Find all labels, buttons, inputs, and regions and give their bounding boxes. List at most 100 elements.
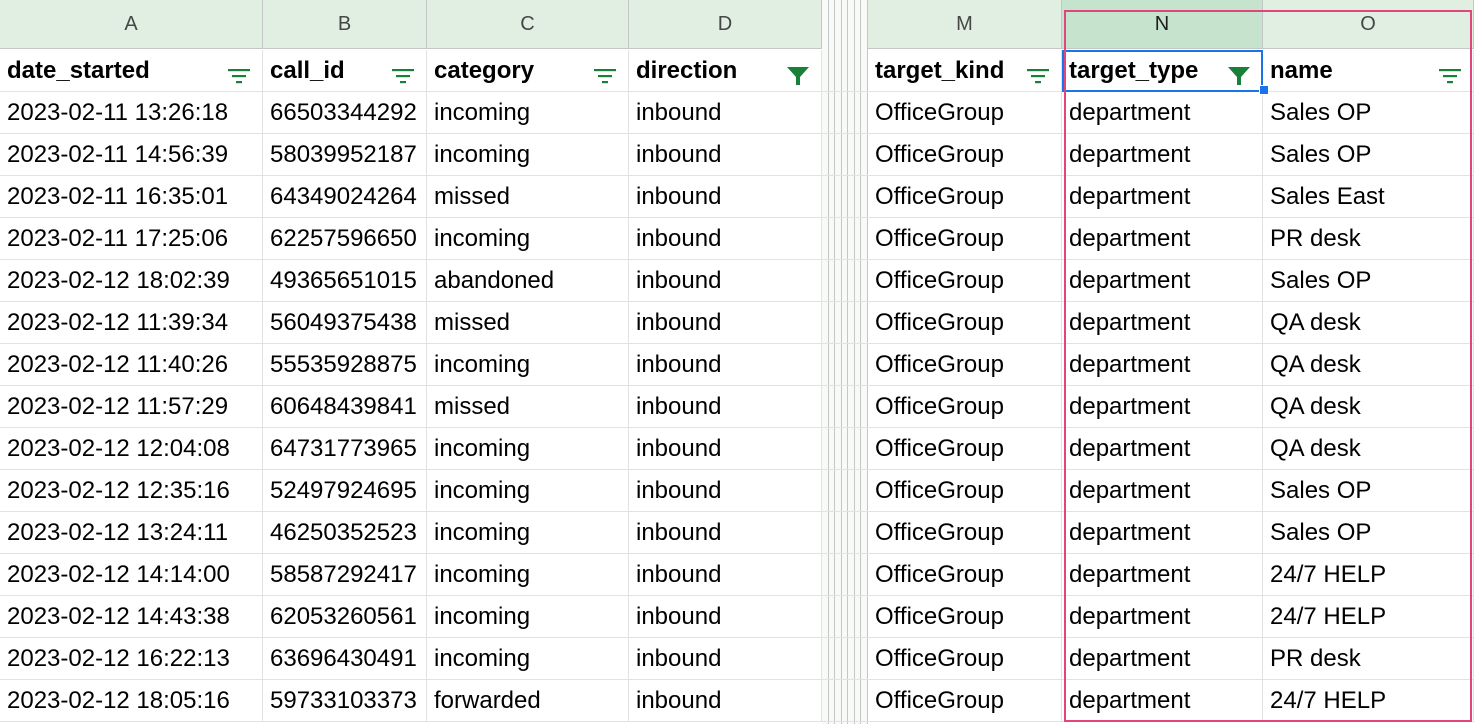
cell-target-kind[interactable]: OfficeGroup [868, 218, 1062, 259]
cell-call-id[interactable]: 58587292417 [263, 554, 427, 595]
cell-target-type[interactable]: department [1062, 554, 1263, 595]
cell-name[interactable]: Sales OP [1263, 134, 1474, 175]
cell-category[interactable]: incoming [427, 638, 629, 679]
column-header-o[interactable]: O [1263, 0, 1474, 48]
cell-call-id[interactable]: 62053260561 [263, 596, 427, 637]
cell-call-id[interactable]: 55535928875 [263, 344, 427, 385]
cell-direction[interactable]: inbound [629, 470, 822, 511]
cell-target-kind[interactable]: OfficeGroup [868, 512, 1062, 553]
column-header-c[interactable]: C [427, 0, 629, 48]
cell-target-type[interactable]: department [1062, 344, 1263, 385]
cell-target-type[interactable]: department [1062, 680, 1263, 721]
cell-date-started[interactable]: 2023-02-12 18:05:16 [0, 680, 263, 721]
cell-direction[interactable]: inbound [629, 302, 822, 343]
cell-call-id[interactable]: 58039952187 [263, 134, 427, 175]
cell-name[interactable]: 24/7 HELP [1263, 554, 1474, 595]
cell-call-id[interactable]: 64349024264 [263, 176, 427, 217]
cell-target-type[interactable]: department [1062, 134, 1263, 175]
cell-date-started[interactable]: 2023-02-12 11:57:29 [0, 386, 263, 427]
column-header-b[interactable]: B [263, 0, 427, 48]
cell-target-kind[interactable]: OfficeGroup [868, 596, 1062, 637]
cell-name[interactable]: 24/7 HELP [1263, 596, 1474, 637]
cell-name[interactable]: Sales East [1263, 176, 1474, 217]
header-cell-category[interactable]: category [427, 50, 629, 91]
cell-target-type[interactable]: department [1062, 386, 1263, 427]
cell-date-started[interactable]: 2023-02-11 17:25:06 [0, 218, 263, 259]
cell-target-type[interactable]: department [1062, 176, 1263, 217]
cell-target-kind[interactable]: OfficeGroup [868, 680, 1062, 721]
cell-name[interactable]: QA desk [1263, 302, 1474, 343]
cell-call-id[interactable]: 59733103373 [263, 680, 427, 721]
cell-direction[interactable]: inbound [629, 218, 822, 259]
cell-direction[interactable]: inbound [629, 512, 822, 553]
cell-direction[interactable]: inbound [629, 134, 822, 175]
header-cell-date-started[interactable]: date_started [0, 50, 263, 91]
cell-call-id[interactable]: 62257596650 [263, 218, 427, 259]
cell-target-type[interactable]: department [1062, 512, 1263, 553]
cell-call-id[interactable]: 49365651015 [263, 260, 427, 301]
column-header-n[interactable]: N [1062, 0, 1263, 48]
cell-target-type[interactable]: department [1062, 638, 1263, 679]
cell-target-kind[interactable]: OfficeGroup [868, 260, 1062, 301]
header-cell-direction[interactable]: direction [629, 50, 822, 91]
cell-category[interactable]: incoming [427, 134, 629, 175]
cell-target-type[interactable]: department [1062, 302, 1263, 343]
cell-target-type[interactable]: department [1062, 470, 1263, 511]
header-cell-target-type[interactable]: target_type [1062, 50, 1263, 91]
cell-name[interactable]: QA desk [1263, 344, 1474, 385]
cell-category[interactable]: incoming [427, 596, 629, 637]
filter-icon[interactable] [1437, 60, 1463, 84]
cell-direction[interactable]: inbound [629, 554, 822, 595]
cell-name[interactable]: Sales OP [1263, 470, 1474, 511]
cell-target-kind[interactable]: OfficeGroup [868, 344, 1062, 385]
cell-name[interactable]: Sales OP [1263, 260, 1474, 301]
cell-date-started[interactable]: 2023-02-12 14:43:38 [0, 596, 263, 637]
cell-category[interactable]: incoming [427, 512, 629, 553]
header-cell-name[interactable]: name [1263, 50, 1474, 91]
cell-category[interactable]: incoming [427, 218, 629, 259]
cell-name[interactable]: PR desk [1263, 218, 1474, 259]
filter-icon[interactable] [1025, 60, 1051, 84]
cell-call-id[interactable]: 60648439841 [263, 386, 427, 427]
filter-icon[interactable] [592, 60, 618, 84]
header-cell-call-id[interactable]: call_id [263, 50, 427, 91]
cell-call-id[interactable]: 63696430491 [263, 638, 427, 679]
cell-direction[interactable]: inbound [629, 260, 822, 301]
cell-date-started[interactable]: 2023-02-12 18:02:39 [0, 260, 263, 301]
cell-target-kind[interactable]: OfficeGroup [868, 470, 1062, 511]
cell-target-kind[interactable]: OfficeGroup [868, 428, 1062, 469]
cell-direction[interactable]: inbound [629, 386, 822, 427]
cell-target-kind[interactable]: OfficeGroup [868, 176, 1062, 217]
cell-target-kind[interactable]: OfficeGroup [868, 638, 1062, 679]
filter-icon[interactable] [226, 60, 252, 84]
cell-date-started[interactable]: 2023-02-11 13:26:18 [0, 92, 263, 133]
cell-target-kind[interactable]: OfficeGroup [868, 134, 1062, 175]
cell-category[interactable]: abandoned [427, 260, 629, 301]
filter-active-icon[interactable] [1226, 60, 1252, 85]
cell-date-started[interactable]: 2023-02-12 16:22:13 [0, 638, 263, 679]
cell-date-started[interactable]: 2023-02-12 12:35:16 [0, 470, 263, 511]
cell-category[interactable]: incoming [427, 92, 629, 133]
cell-date-started[interactable]: 2023-02-12 13:24:11 [0, 512, 263, 553]
cell-date-started[interactable]: 2023-02-12 14:14:00 [0, 554, 263, 595]
cell-call-id[interactable]: 52497924695 [263, 470, 427, 511]
fill-handle[interactable] [1259, 85, 1269, 95]
column-header-a[interactable]: A [0, 0, 263, 48]
cell-name[interactable]: Sales OP [1263, 512, 1474, 553]
cell-target-kind[interactable]: OfficeGroup [868, 92, 1062, 133]
filter-active-icon[interactable] [785, 60, 811, 85]
cell-target-kind[interactable]: OfficeGroup [868, 386, 1062, 427]
cell-name[interactable]: Sales OP [1263, 92, 1474, 133]
cell-name[interactable]: 24/7 HELP [1263, 680, 1474, 721]
cell-call-id[interactable]: 64731773965 [263, 428, 427, 469]
cell-date-started[interactable]: 2023-02-11 14:56:39 [0, 134, 263, 175]
column-header-m[interactable]: M [868, 0, 1062, 48]
cell-direction[interactable]: inbound [629, 176, 822, 217]
cell-category[interactable]: forwarded [427, 680, 629, 721]
cell-target-kind[interactable]: OfficeGroup [868, 554, 1062, 595]
cell-call-id[interactable]: 46250352523 [263, 512, 427, 553]
cell-direction[interactable]: inbound [629, 92, 822, 133]
cell-call-id[interactable]: 56049375438 [263, 302, 427, 343]
cell-target-kind[interactable]: OfficeGroup [868, 302, 1062, 343]
cell-direction[interactable]: inbound [629, 344, 822, 385]
